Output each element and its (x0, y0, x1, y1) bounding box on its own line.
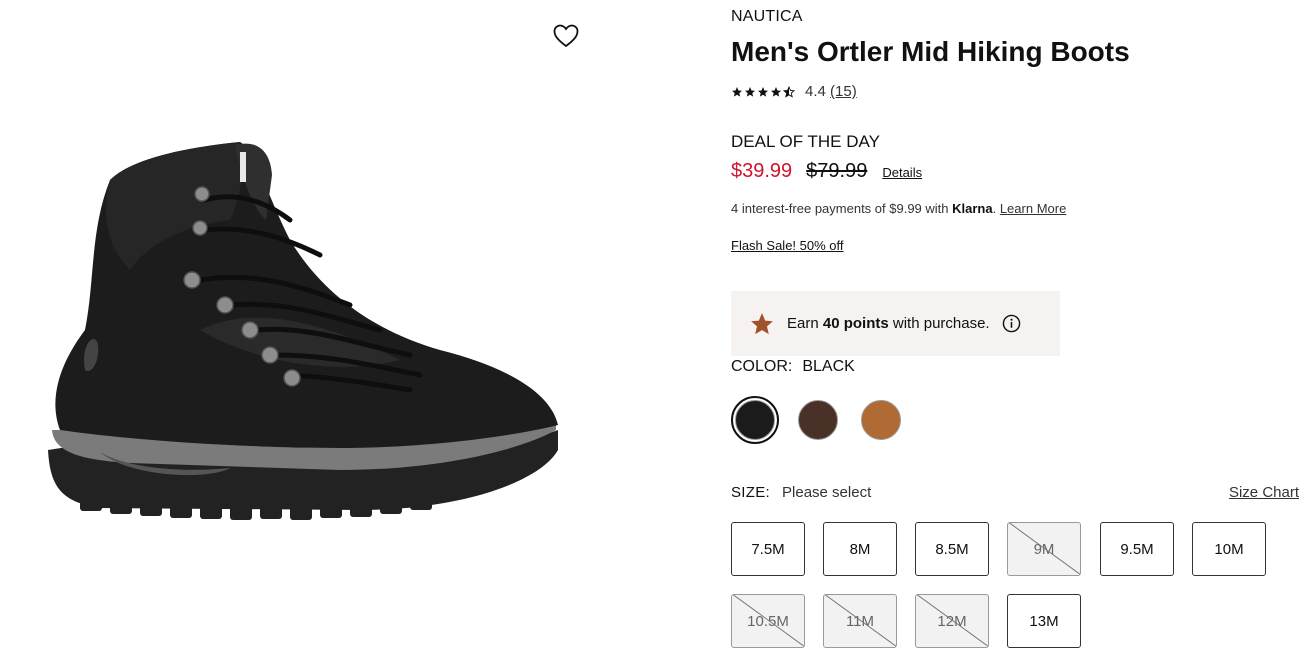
heart-icon (553, 24, 579, 48)
color-swatches (731, 396, 920, 444)
size-option-unavailable[interactable]: 10.5M (731, 594, 805, 648)
rewards-points: 40 points (822, 315, 889, 332)
star-icon (745, 86, 755, 97)
klarna-message: 4 interest-free payments of $9.99 with K… (731, 201, 1066, 216)
swatch-fill (798, 400, 838, 440)
klarna-text: 4 interest-free payments of $9.99 with (731, 201, 953, 216)
review-count-link[interactable]: (15) (830, 83, 857, 100)
original-price: $79.99 (806, 160, 868, 182)
color-label: COLOR: (731, 358, 793, 375)
price-row: $39.99 $79.99 Details (731, 160, 922, 183)
size-option-unavailable[interactable]: 12M (915, 594, 989, 648)
info-icon (1002, 314, 1020, 333)
rewards-suffix: with purchase. (888, 315, 990, 332)
rewards-banner: Earn 40 points with purchase. (731, 291, 1060, 356)
add-to-favorites-button[interactable] (552, 22, 580, 50)
half-star-icon (783, 85, 795, 98)
sale-price: $39.99 (731, 160, 793, 182)
size-option[interactable]: 13M (1007, 594, 1081, 648)
color-swatch-tan[interactable] (857, 396, 905, 444)
star-rating (731, 85, 795, 98)
price-details-link[interactable]: Details (882, 165, 922, 180)
size-option-unavailable[interactable]: 11M (823, 594, 897, 648)
rewards-earn: Earn (787, 315, 823, 332)
star-icon (771, 86, 781, 97)
star-icon (751, 312, 773, 334)
size-option[interactable]: 10M (1192, 522, 1266, 576)
flash-sale-link[interactable]: Flash Sale! 50% off (731, 238, 844, 253)
size-option[interactable]: 8.5M (915, 522, 989, 576)
rewards-info-button[interactable] (1002, 314, 1021, 333)
product-image[interactable] (40, 130, 570, 550)
selected-color: BLACK (802, 358, 855, 375)
brand-name[interactable]: NAUTICA (731, 8, 803, 26)
swatch-fill (735, 400, 775, 440)
klarna-logo: Klarna (952, 201, 993, 216)
klarna-separator: . (992, 201, 1000, 216)
size-selection: Please select (782, 484, 872, 501)
color-swatch-brown[interactable] (794, 396, 842, 444)
color-swatch-black[interactable] (731, 396, 779, 444)
size-option[interactable]: 8M (823, 522, 897, 576)
size-option-unavailable[interactable]: 9M (1007, 522, 1081, 576)
size-option[interactable]: 7.5M (731, 522, 805, 576)
star-icon (758, 86, 768, 97)
deal-label: DEAL OF THE DAY (731, 132, 880, 151)
size-option[interactable]: 9.5M (1100, 522, 1174, 576)
size-chart-link[interactable]: Size Chart (1229, 484, 1299, 501)
rating-value: 4.4 (805, 83, 826, 100)
rating-row[interactable]: 4.4 (15) (731, 83, 857, 100)
product-image-area (0, 0, 610, 659)
swatch-fill (861, 400, 901, 440)
color-label-row: COLOR: BLACK (731, 358, 855, 376)
size-label-row: SIZE: Please select Size Chart (731, 484, 1299, 501)
rewards-text: Earn 40 points with purchase. (787, 315, 990, 332)
product-title: Men's Ortler Mid Hiking Boots (731, 36, 1130, 67)
size-label: SIZE: (731, 484, 771, 501)
star-icon (732, 86, 742, 97)
klarna-learn-more-link[interactable]: Learn More (1000, 201, 1066, 216)
